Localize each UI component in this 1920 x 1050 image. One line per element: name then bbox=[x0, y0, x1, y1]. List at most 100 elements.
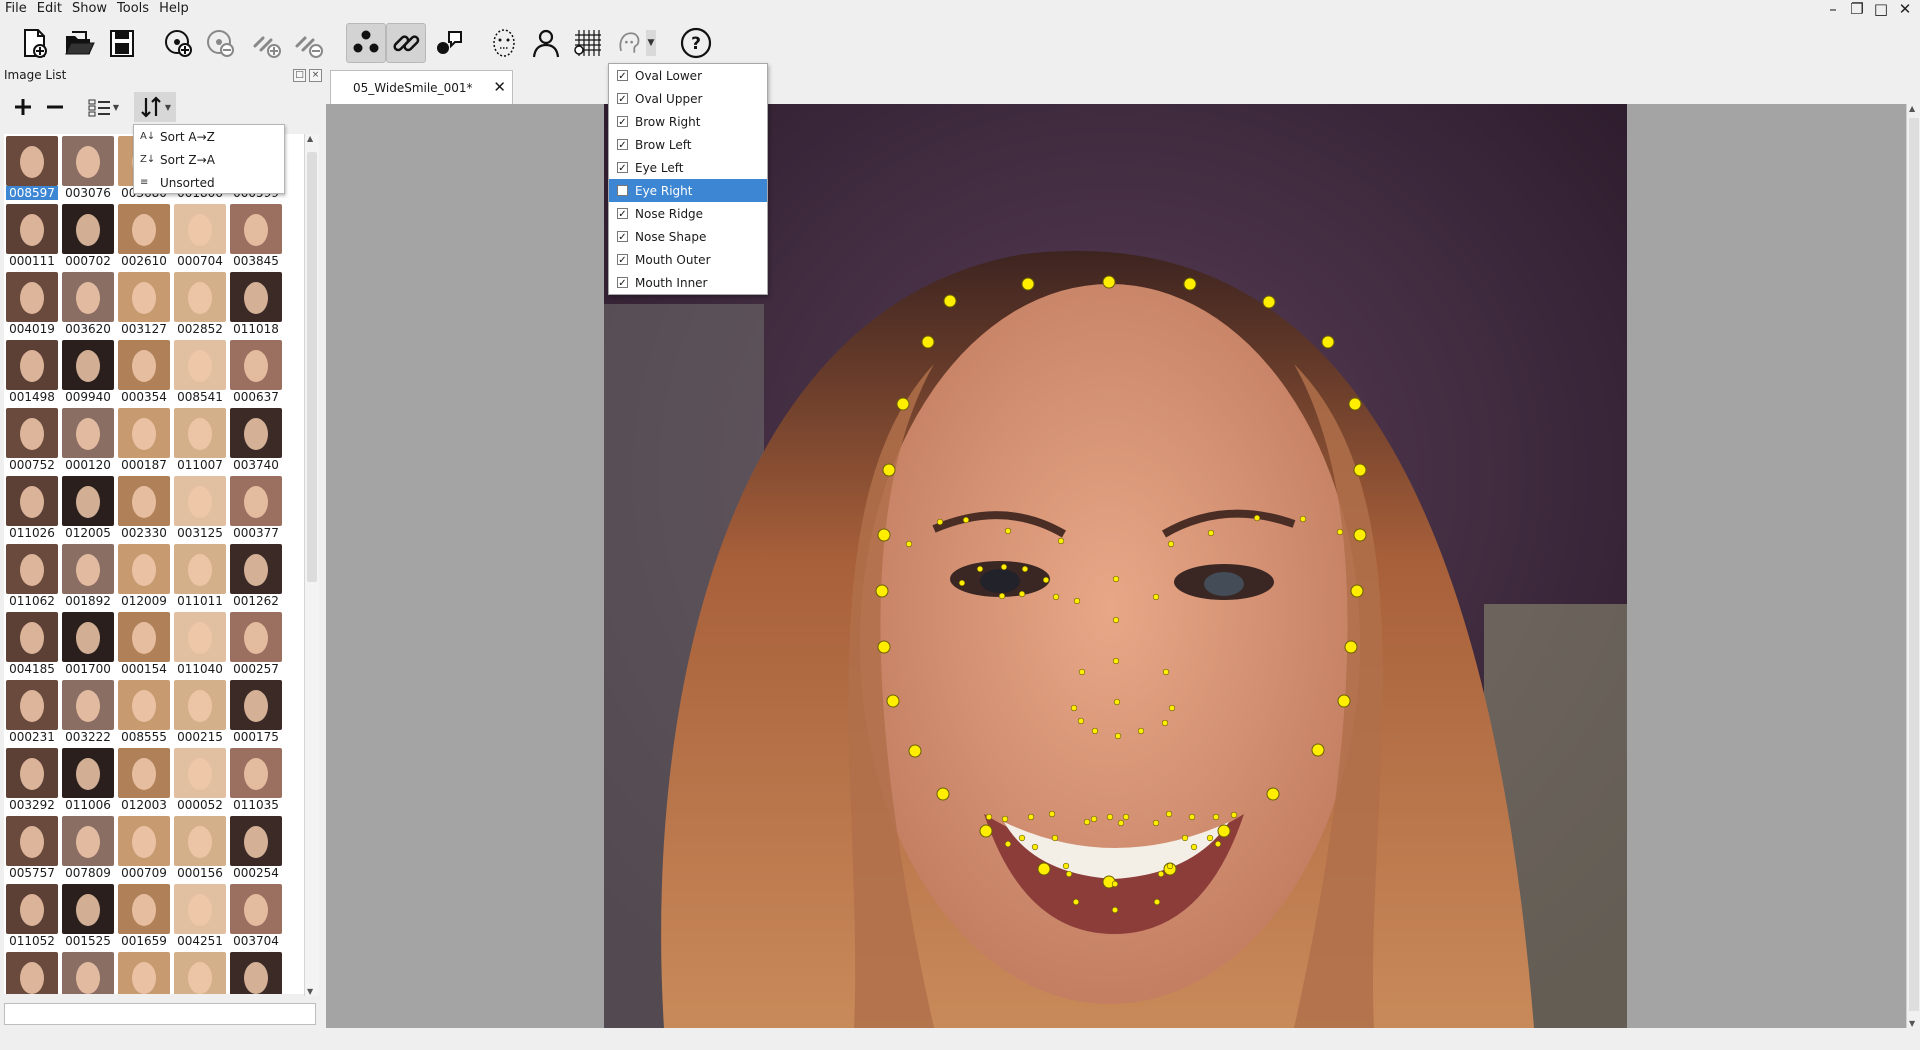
feature-landmark[interactable] bbox=[1004, 840, 1012, 848]
thumbnail-item[interactable] bbox=[62, 952, 114, 994]
thumbnail-item[interactable]: 003222 bbox=[62, 680, 114, 744]
feature-landmark[interactable] bbox=[1111, 880, 1119, 888]
feature-landmark[interactable] bbox=[1181, 834, 1189, 842]
thumbnail-item[interactable]: 000052 bbox=[174, 748, 226, 812]
thumbnail-item[interactable]: 011018 bbox=[230, 272, 282, 336]
feature-landmark[interactable] bbox=[1230, 811, 1238, 819]
thumbnail-item[interactable]: 002610 bbox=[118, 204, 170, 268]
feature-landmark[interactable] bbox=[1188, 813, 1196, 821]
oval-landmark[interactable] bbox=[875, 584, 889, 598]
feature-landmark[interactable] bbox=[1190, 843, 1198, 851]
thumbnail-item[interactable]: 011011 bbox=[174, 544, 226, 608]
maximize-icon[interactable]: □ bbox=[1872, 0, 1890, 18]
feature-landmark[interactable] bbox=[1021, 565, 1029, 573]
head-features-icon[interactable]: ▼ bbox=[608, 23, 662, 63]
feature-checkbox[interactable]: ✓ bbox=[617, 139, 628, 151]
feature-landmark[interactable] bbox=[1152, 819, 1160, 827]
chevron-down-icon[interactable]: ▼ bbox=[113, 103, 119, 112]
show-links-icon[interactable] bbox=[386, 23, 426, 63]
thumbnail-item[interactable]: 008541 bbox=[174, 340, 226, 404]
feature-item[interactable]: ✓ Nose Ridge bbox=[609, 202, 767, 225]
feature-landmark[interactable] bbox=[1117, 819, 1125, 827]
oval-landmark[interactable] bbox=[896, 397, 910, 411]
thumbnail-item[interactable]: 000120 bbox=[62, 408, 114, 472]
thumbnail-item[interactable]: 000231 bbox=[6, 680, 58, 744]
sort-button[interactable]: ▼ bbox=[134, 92, 176, 122]
thumbnail-item[interactable]: 003845 bbox=[230, 204, 282, 268]
thumbnail-item[interactable]: 005757 bbox=[6, 816, 58, 880]
feature-landmark[interactable] bbox=[1113, 698, 1121, 706]
open-icon[interactable] bbox=[59, 23, 99, 63]
feature-landmark[interactable] bbox=[962, 516, 970, 524]
feature-landmark[interactable] bbox=[958, 579, 966, 587]
thumbnail-item[interactable]: 000702 bbox=[62, 204, 114, 268]
feature-landmark[interactable] bbox=[905, 540, 913, 548]
show-points-icon[interactable] bbox=[346, 23, 386, 63]
restore-icon[interactable]: ❐ bbox=[1848, 0, 1866, 18]
feature-landmark[interactable] bbox=[1042, 576, 1050, 584]
feature-landmark[interactable] bbox=[1161, 719, 1169, 727]
thumbnail-item[interactable]: 001700 bbox=[62, 612, 114, 676]
sort-az-item[interactable]: A↓ Sort A→Z bbox=[134, 125, 284, 148]
feature-landmark[interactable] bbox=[936, 518, 944, 526]
face-mesh-icon[interactable] bbox=[484, 23, 524, 63]
remove-link-icon[interactable] bbox=[288, 23, 328, 63]
feature-landmark[interactable] bbox=[1052, 593, 1060, 601]
feature-checkbox[interactable]: ✓ bbox=[617, 231, 628, 243]
thumbnail-item[interactable]: 012009 bbox=[118, 544, 170, 608]
feature-landmark[interactable] bbox=[1004, 527, 1012, 535]
chevron-down-icon[interactable]: ▼ bbox=[165, 103, 171, 112]
sort-za-item[interactable]: Z↓ Sort Z→A bbox=[134, 148, 284, 171]
feature-landmark[interactable] bbox=[1152, 593, 1160, 601]
oval-landmark[interactable] bbox=[882, 463, 896, 477]
feature-landmark[interactable] bbox=[976, 565, 984, 573]
remove-image-icon[interactable] bbox=[42, 92, 68, 122]
feature-landmark[interactable] bbox=[1207, 529, 1215, 537]
thumbnail-item[interactable]: 000111 bbox=[6, 204, 58, 268]
feature-landmark[interactable] bbox=[1031, 843, 1039, 851]
feature-landmark[interactable] bbox=[1162, 668, 1170, 676]
thumbnail-item[interactable]: 000187 bbox=[118, 408, 170, 472]
feature-landmark[interactable] bbox=[1336, 528, 1344, 536]
oval-landmark[interactable] bbox=[908, 744, 922, 758]
feature-landmark[interactable] bbox=[1018, 834, 1026, 842]
oval-landmark[interactable] bbox=[1348, 397, 1362, 411]
oval-landmark[interactable] bbox=[943, 294, 957, 308]
thumbnail-item[interactable]: 001892 bbox=[62, 544, 114, 608]
oval-landmark[interactable] bbox=[1217, 824, 1231, 838]
save-icon[interactable] bbox=[102, 23, 142, 63]
thumbnail-item[interactable]: 003704 bbox=[230, 884, 282, 948]
feature-landmark[interactable] bbox=[1299, 515, 1307, 523]
oval-landmark[interactable] bbox=[1344, 640, 1358, 654]
feature-item[interactable]: ✓ Brow Right bbox=[609, 110, 767, 133]
thumbnail-item[interactable]: 011040 bbox=[174, 612, 226, 676]
oval-landmark[interactable] bbox=[886, 694, 900, 708]
thumbnail-item[interactable]: 012003 bbox=[118, 748, 170, 812]
feature-landmark[interactable] bbox=[1212, 813, 1220, 821]
feature-checkbox[interactable]: ✓ bbox=[617, 162, 628, 174]
thumbnail-item[interactable]: 003620 bbox=[62, 272, 114, 336]
scroll-up-icon[interactable]: ▲ bbox=[1909, 104, 1915, 113]
oval-landmark[interactable] bbox=[1266, 787, 1280, 801]
feature-landmark[interactable] bbox=[1057, 537, 1065, 545]
thumbnail-item[interactable]: 009940 bbox=[62, 340, 114, 404]
oval-landmark[interactable] bbox=[1350, 584, 1364, 598]
feature-checkbox[interactable]: ✓ bbox=[617, 254, 628, 266]
oval-landmark[interactable] bbox=[1353, 528, 1367, 542]
thumbnail-item[interactable]: 011007 bbox=[174, 408, 226, 472]
feature-landmark[interactable] bbox=[998, 592, 1006, 600]
grid-icon[interactable] bbox=[568, 23, 608, 63]
feature-landmark[interactable] bbox=[1112, 616, 1120, 624]
oval-landmark[interactable] bbox=[1353, 463, 1367, 477]
feature-landmark[interactable] bbox=[1166, 862, 1174, 870]
menu-edit[interactable]: Edit bbox=[32, 0, 67, 18]
oval-landmark[interactable] bbox=[1037, 862, 1051, 876]
menu-help[interactable]: Help bbox=[154, 0, 194, 18]
feature-landmark[interactable] bbox=[1112, 657, 1120, 665]
feature-landmark[interactable] bbox=[1070, 704, 1078, 712]
thumbnail-item[interactable]: 004185 bbox=[6, 612, 58, 676]
view-mode-icon[interactable]: ▼ bbox=[82, 92, 124, 122]
feature-landmark[interactable] bbox=[1073, 597, 1081, 605]
scrollbar-thumb[interactable] bbox=[1909, 118, 1919, 1011]
thumbnail-item[interactable]: 002330 bbox=[118, 476, 170, 540]
